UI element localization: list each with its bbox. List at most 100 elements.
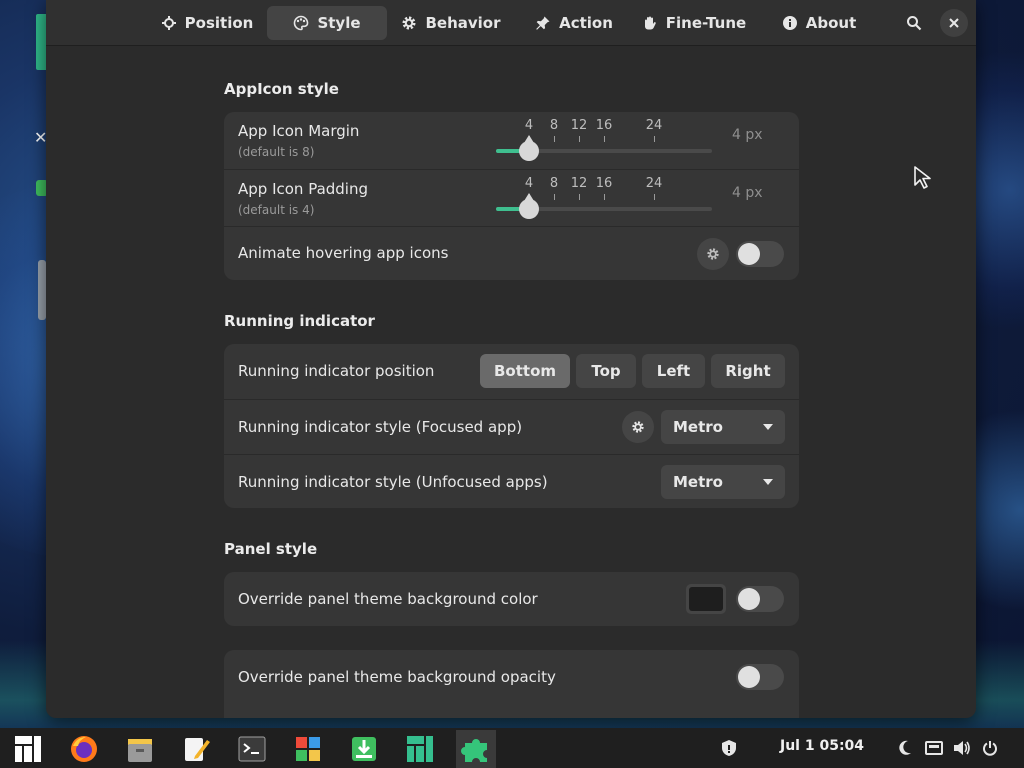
panel-bg-color-row: Override panel theme background color — [224, 572, 799, 626]
tick-label: 24 — [645, 118, 663, 133]
slider-knob[interactable] — [519, 135, 539, 161]
volume-indicator[interactable] — [952, 738, 972, 758]
slider-knob[interactable] — [519, 193, 539, 219]
tab-behavior[interactable]: Behavior — [396, 6, 506, 40]
tab-label: About — [805, 14, 857, 32]
panel-bg-opacity-row: Override panel theme background opacity — [224, 650, 799, 704]
gear-icon — [632, 421, 644, 433]
chevron-down-icon — [763, 424, 773, 430]
night-mode-icon — [899, 740, 911, 755]
row-title: Running indicator position — [238, 362, 435, 380]
file-manager-button[interactable] — [120, 730, 160, 768]
palette-icon — [294, 15, 309, 31]
tab-fine-tune[interactable]: Fine-Tune — [639, 6, 749, 40]
position-option-top[interactable]: Top — [576, 354, 636, 388]
firefox-button[interactable] — [64, 730, 104, 768]
unfocused-style-row: Running indicator style (Unfocused apps)… — [224, 454, 799, 508]
power-indicator[interactable] — [980, 738, 1000, 758]
package-installer-button[interactable] — [344, 730, 384, 768]
app-icon-padding-row: App Icon Padding (default is 4) 4 8 12 16 24… — [224, 169, 799, 226]
volume-icon — [954, 741, 970, 755]
mouse-cursor-icon — [914, 166, 931, 189]
tab-action[interactable]: Action — [524, 6, 624, 40]
tick-mark — [554, 136, 555, 142]
slider-value: 4 px — [732, 127, 763, 143]
section-title-panel: Panel style — [224, 540, 318, 558]
dropdown-value: Metro — [673, 473, 723, 491]
night-mode-indicator[interactable] — [896, 738, 914, 758]
row-title: Running indicator style (Unfocused apps) — [238, 473, 548, 491]
extensions-button[interactable] — [456, 730, 496, 768]
animate-hover-settings-button[interactable] — [697, 238, 729, 270]
manjaro-settings-button[interactable] — [400, 730, 440, 768]
panel-bg-color-button[interactable] — [686, 584, 726, 614]
search-icon — [907, 16, 922, 31]
panel-bg-opacity-switch[interactable] — [736, 664, 784, 690]
panel-bg-color-switch[interactable] — [736, 586, 784, 612]
software-store-icon — [296, 737, 320, 761]
tab-label: Action — [559, 14, 613, 32]
package-installer-icon — [352, 737, 376, 761]
slider-value: 4 px — [732, 185, 763, 201]
manjaro-settings-icon — [407, 736, 433, 762]
text-editor-icon — [185, 738, 210, 761]
animate-hover-switch[interactable] — [736, 241, 784, 267]
info-icon — [782, 16, 797, 30]
focused-style-dropdown[interactable]: Metro — [661, 410, 785, 444]
tab-label: Fine-Tune — [665, 14, 747, 32]
clock[interactable]: Jul 1 05:04 — [780, 738, 864, 754]
position-option-right[interactable]: Right — [711, 354, 785, 388]
tab-about[interactable]: About — [774, 6, 864, 40]
crosshair-icon — [161, 16, 176, 30]
tick-mark — [654, 136, 655, 142]
tick-mark — [579, 194, 580, 200]
appicon-card: App Icon Margin (default is 8) 4 8 12 16 24 … — [224, 112, 799, 280]
focused-style-row: Running indicator style (Focused app) Me… — [224, 399, 799, 454]
power-icon — [983, 741, 997, 756]
terminal-button[interactable] — [232, 730, 272, 768]
row-title: Animate hovering app icons — [238, 244, 449, 262]
network-indicator[interactable] — [924, 738, 944, 758]
tick-label: 24 — [645, 176, 663, 191]
tick-label: 12 — [570, 118, 588, 133]
section-title-running: Running indicator — [224, 312, 375, 330]
text-editor-button[interactable] — [176, 730, 216, 768]
unfocused-style-dropdown[interactable]: Metro — [661, 465, 785, 499]
row-subtitle: (default is 8) — [238, 145, 315, 159]
tick-label: 8 — [549, 118, 559, 133]
row-title: App Icon Margin — [238, 122, 360, 140]
tick-label: 16 — [595, 118, 613, 133]
position-option-left[interactable]: Left — [642, 354, 705, 388]
app-icon-padding-slider[interactable]: 4 8 12 16 24 — [496, 174, 716, 224]
gear-icon — [707, 248, 719, 260]
tick-mark — [654, 194, 655, 200]
tick-mark — [604, 136, 605, 142]
manjaro-menu-button[interactable] — [8, 730, 48, 768]
extension-settings-window: Position Style Behavior Action Fine-Tune… — [46, 0, 976, 718]
focused-style-settings-button[interactable] — [622, 411, 654, 443]
position-option-bottom[interactable]: Bottom — [480, 354, 570, 388]
firefox-icon — [71, 736, 97, 762]
extensions-icon — [461, 739, 487, 762]
tick-mark — [579, 136, 580, 142]
tab-style[interactable]: Style — [267, 6, 387, 40]
tick-label: 16 — [595, 176, 613, 191]
gear-icon — [402, 16, 416, 30]
app-icon-margin-slider[interactable]: 4 8 12 16 24 — [496, 116, 716, 166]
security-indicator[interactable] — [720, 738, 738, 758]
tick-label: 4 — [524, 118, 534, 133]
close-button[interactable] — [940, 9, 968, 37]
dropdown-value: Metro — [673, 418, 723, 436]
panel-bg-color-card: Override panel theme background color — [224, 572, 799, 626]
search-button[interactable] — [900, 9, 928, 37]
section-title-appicon: AppIcon style — [224, 80, 339, 98]
hand-icon — [644, 16, 656, 30]
tab-position[interactable]: Position — [152, 6, 262, 40]
animate-hover-row: Animate hovering app icons — [224, 226, 799, 280]
software-store-button[interactable] — [288, 730, 328, 768]
color-preview — [689, 587, 723, 611]
row-subtitle: (default is 4) — [238, 203, 315, 217]
row-title: Running indicator style (Focused app) — [238, 418, 523, 436]
tab-label: Behavior — [425, 14, 501, 32]
app-icon-margin-row: App Icon Margin (default is 8) 4 8 12 16 24 … — [224, 112, 799, 169]
